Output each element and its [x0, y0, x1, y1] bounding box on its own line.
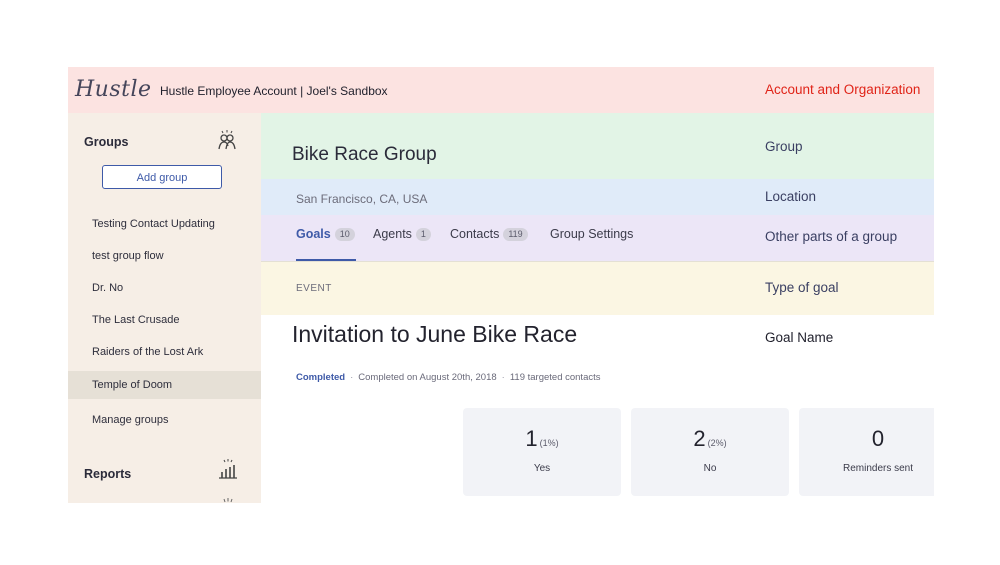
tab-agents[interactable]: Agents 1: [373, 227, 431, 241]
manage-groups-link[interactable]: Manage groups: [68, 407, 261, 433]
groups-heading: Groups: [84, 135, 129, 149]
stat-card-no: 2 (2%) No: [631, 408, 789, 496]
location-band: San Francisco, CA, USA Location: [261, 179, 934, 215]
stat-value: 1: [525, 426, 538, 451]
tab-count: 1: [415, 228, 431, 241]
stat-percent: (1%): [539, 438, 559, 448]
annotation-location: Location: [765, 189, 817, 204]
app-window: Hustle Hustle Employee Account | Joel's …: [68, 67, 934, 503]
separator-dot: ·: [501, 372, 505, 383]
stat-value-row: 2 (2%): [631, 426, 789, 452]
completed-date: Completed on August 20th, 2018: [358, 372, 497, 383]
add-group-button[interactable]: Add group: [102, 165, 222, 189]
stat-label: No: [703, 463, 717, 474]
goal-type-label: EVENT: [296, 283, 332, 294]
stat-value: 2: [693, 426, 706, 451]
sidebar-item-dr-no[interactable]: Dr. No: [68, 275, 261, 301]
account-switcher[interactable]: Hustle Employee Account | Joel's Sandbox: [160, 84, 388, 98]
annotation-goal-name: Goal Name: [765, 330, 834, 345]
annotation-account-organization: Account and Organization: [765, 82, 921, 97]
tabs-bar: Goals 10 Agents 1 Contacts 119 Group Settin…: [261, 215, 934, 261]
separator-dot: ·: [350, 372, 354, 383]
tab-goals[interactable]: Goals 10: [296, 227, 355, 241]
annotation-type-of-goal: Type of goal: [765, 280, 839, 295]
group-location: San Francisco, CA, USA: [296, 192, 428, 206]
sidebar-item-temple-of-doom[interactable]: Temple of Doom: [68, 371, 261, 399]
stat-value: 0: [871, 426, 885, 451]
sidebar-item-the-last-crusade[interactable]: The Last Crusade: [68, 307, 261, 333]
tab-label: Goals: [296, 227, 331, 241]
stat-value-row: 0: [799, 426, 934, 452]
tab-count: 10: [334, 228, 355, 241]
top-bar: Hustle Hustle Employee Account | Joel's …: [68, 67, 934, 113]
group-title: Bike Race Group: [292, 144, 437, 165]
group-header: Bike Race Group Group: [261, 113, 934, 179]
tab-contacts[interactable]: Contacts 119: [450, 227, 528, 241]
stat-card-yes: 1 (1%) Yes: [463, 408, 621, 496]
tab-count: 119: [503, 228, 528, 241]
sparkle-icon: [220, 493, 236, 503]
bar-chart-icon: [218, 459, 238, 484]
goal-detail: Invitation to June Bike Race Goal Name C…: [261, 315, 934, 503]
annotation-group: Group: [765, 139, 803, 154]
goal-meta: Completed · Completed on August 20th, 2018…: [296, 372, 601, 383]
status-badge: Completed: [296, 372, 346, 383]
stat-label: Yes: [533, 463, 551, 474]
sidebar: Groups Add group Testing Contact Updatin…: [68, 113, 262, 503]
sidebar-item-test-group-flow[interactable]: test group flow: [68, 243, 261, 269]
hustle-logo[interactable]: Hustle: [75, 77, 152, 102]
annotation-other-parts: Other parts of a group: [765, 229, 898, 244]
tab-label: Agents: [373, 227, 412, 241]
goal-type-band: EVENT Type of goal: [261, 261, 934, 315]
stat-value-row: 1 (1%): [463, 426, 621, 452]
reports-heading: Reports: [84, 467, 132, 481]
stat-card-reminders: 0 Reminders sent: [799, 408, 934, 496]
goal-title: Invitation to June Bike Race: [292, 321, 578, 347]
stat-label: Reminders sent: [842, 463, 914, 474]
targeted-contacts: 119 targeted contacts: [509, 372, 601, 383]
sidebar-item-raiders-of-the-lost-ark[interactable]: Raiders of the Lost Ark: [68, 339, 261, 365]
people-icon: [218, 129, 236, 156]
sidebar-item-testing-contact-updating[interactable]: Testing Contact Updating: [68, 211, 261, 237]
tab-label: Contacts: [450, 227, 500, 241]
stat-percent: (2%): [707, 438, 727, 448]
tab-group-settings[interactable]: Group Settings: [550, 227, 633, 241]
